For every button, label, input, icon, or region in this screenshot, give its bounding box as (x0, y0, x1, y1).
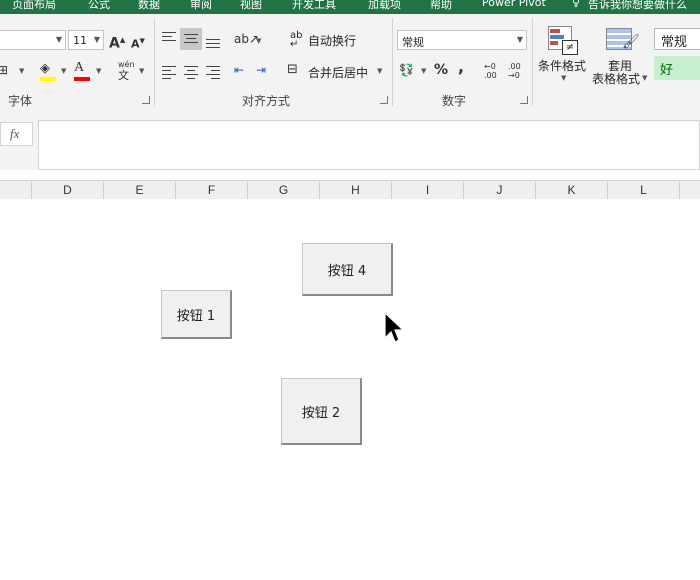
align-middle-button[interactable] (180, 28, 202, 50)
align-right-icon[interactable] (206, 66, 220, 82)
menu-help[interactable]: 帮助 (430, 0, 452, 12)
menu-developer[interactable]: 开发工具 (292, 0, 336, 12)
alignment-dialog-launcher[interactable] (380, 96, 388, 104)
column-header-g[interactable]: G (247, 181, 319, 199)
align-bottom-icon[interactable] (206, 39, 220, 51)
chevron-down-icon: ▼ (55, 35, 62, 44)
menu-formulas[interactable]: 公式 (88, 0, 110, 12)
number-group-label: 数字 (442, 94, 467, 108)
column-headers: D E F G H I J K L (0, 180, 700, 200)
wrap-text-icon: ab ↵ (290, 30, 303, 50)
column-header-l[interactable]: L (607, 181, 679, 199)
font-dialog-launcher[interactable] (142, 96, 150, 104)
grow-font-icon[interactable]: A▲ (109, 31, 125, 53)
font-color-swatch (74, 77, 90, 81)
fx-icon: fx (10, 126, 20, 141)
menu-page-layout[interactable]: 页面布局 (12, 0, 56, 12)
group-separator (154, 18, 155, 106)
tell-me-search[interactable]: 告诉我你想要做什么 (588, 0, 687, 12)
decrease-decimal-icon[interactable]: .00 →0 (508, 62, 521, 80)
accounting-format-icon[interactable]: 💱 (399, 61, 414, 79)
conditional-formatting-icon: ≠ (548, 26, 578, 55)
fill-color-swatch (40, 77, 56, 81)
column-header-e[interactable]: E (103, 181, 175, 199)
form-button-2[interactable]: 按钮 2 (281, 378, 362, 445)
lightbulb-icon: ♀ (572, 0, 581, 9)
format-as-table-icon: 🖌 (606, 26, 640, 54)
align-center-icon[interactable] (184, 66, 198, 82)
increase-decimal-icon[interactable]: ←0.00 (484, 62, 497, 80)
merge-center-button[interactable]: 合并后居中 (308, 64, 368, 81)
format-as-table-button[interactable]: 表格格式 (592, 70, 640, 87)
column-header-h[interactable]: H (319, 181, 391, 199)
column-header-i[interactable]: I (391, 181, 463, 199)
menu-view[interactable]: 视图 (240, 0, 262, 12)
borders-icon[interactable]: ⊞ (0, 61, 8, 79)
cell-style-good[interactable]: 好 (654, 56, 700, 80)
increase-indent-icon[interactable]: ⇥ (256, 61, 266, 79)
chevron-down-icon[interactable]: ▼ (377, 67, 382, 75)
column-header-k[interactable]: K (535, 181, 607, 199)
chevron-down-icon[interactable]: ▼ (19, 67, 24, 75)
formula-input[interactable] (38, 120, 700, 170)
menu-data[interactable]: 数据 (138, 0, 160, 12)
font-color-icon[interactable]: A (74, 59, 84, 77)
number-format-value: 常规 (402, 36, 424, 49)
menu-review[interactable]: 审阅 (190, 0, 212, 12)
percent-style-button[interactable]: % (434, 61, 448, 79)
number-format-combo[interactable]: 常规 ▼ (397, 30, 527, 50)
chevron-down-icon[interactable]: ▼ (421, 67, 426, 75)
cell-style-normal-label: 常规 (661, 35, 688, 50)
mouse-cursor-icon (384, 312, 404, 343)
phonetic-icon[interactable]: wén 文 (118, 60, 135, 85)
align-top-icon[interactable] (162, 32, 176, 44)
fill-color-icon[interactable]: ◈ (40, 60, 50, 78)
alignment-group-label: 对齐方式 (242, 94, 291, 108)
menu-bar: 页面布局 公式 数据 审阅 视图 开发工具 加载项 帮助 Power Pivot… (0, 0, 700, 14)
font-size-combo[interactable]: 11 ▼ (68, 30, 104, 50)
align-left-icon[interactable] (162, 66, 176, 82)
cell-style-good-label: 好 (660, 63, 674, 78)
comma-style-button[interactable]: , (458, 58, 464, 76)
chevron-down-icon: ▼ (93, 35, 100, 44)
chevron-down-icon[interactable]: ▼ (642, 74, 647, 82)
form-button-1[interactable]: 按钮 1 (161, 290, 232, 339)
insert-function-button[interactable]: fx (0, 122, 33, 146)
font-group-label: 字体 (8, 94, 33, 108)
ribbon: ▼ 11 ▼ A▲ A▼ ⊞ ▼ ◈ ▼ A ▼ wén 文 ▼ 字体 ab↗ ▼… (0, 14, 700, 111)
chevron-down-icon[interactable]: ▼ (96, 67, 101, 75)
form-button-4[interactable]: 按钮 4 (302, 243, 393, 296)
cell-style-normal[interactable]: 常规 (654, 28, 700, 50)
column-header-m[interactable] (679, 181, 700, 199)
group-separator (392, 18, 393, 106)
number-dialog-launcher[interactable] (520, 96, 528, 104)
column-header-f[interactable]: F (175, 181, 247, 199)
menu-addins[interactable]: 加载项 (368, 0, 401, 12)
shrink-font-icon[interactable]: A▼ (131, 32, 145, 54)
chevron-down-icon[interactable]: ▼ (256, 37, 261, 45)
conditional-formatting-button[interactable]: 条件格式 (538, 57, 586, 74)
chevron-down-icon[interactable]: ▼ (139, 67, 144, 75)
column-header-d[interactable]: D (31, 181, 103, 199)
font-name-combo[interactable]: ▼ (0, 30, 66, 50)
chevron-down-icon[interactable]: ▼ (61, 67, 66, 75)
merge-center-icon: ⊟ (287, 62, 298, 77)
chevron-down-icon: ▼ (516, 35, 523, 44)
menu-power-pivot[interactable]: Power Pivot (482, 0, 546, 9)
font-size-value: 11 (73, 34, 87, 47)
group-separator (532, 18, 533, 106)
align-middle-icon (184, 34, 198, 46)
wrap-text-button[interactable]: 自动换行 (308, 32, 356, 49)
decrease-indent-icon[interactable]: ⇤ (234, 61, 244, 79)
column-header-j[interactable]: J (463, 181, 535, 199)
chevron-down-icon[interactable]: ▼ (561, 74, 566, 82)
